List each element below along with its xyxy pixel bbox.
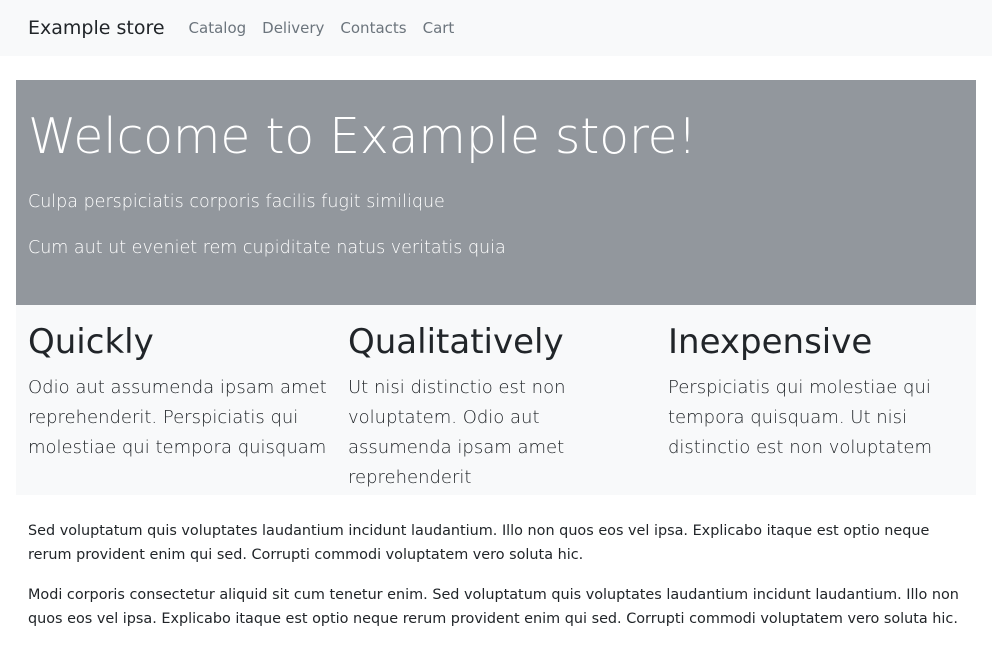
hero-title: Welcome to Example store! <box>28 108 697 165</box>
body-paragraph-1: Sed voluptatum quis voluptates laudantiu… <box>28 523 930 563</box>
nav-link-delivery[interactable]: Delivery <box>262 19 324 37</box>
nav-link-catalog[interactable]: Catalog <box>189 19 247 37</box>
feature-text: Odio aut assumenda ipsam amet reprehende… <box>28 377 327 458</box>
brand-link[interactable]: Example store <box>28 17 165 39</box>
features-section: Quickly Odio aut assumenda ipsam amet re… <box>16 305 976 495</box>
feature-text: Ut nisi distinctio est non voluptatem. O… <box>348 377 566 488</box>
nav-link-contacts[interactable]: Contacts <box>340 19 406 37</box>
feature-title: Qualitatively <box>348 322 564 362</box>
feature-title: Quickly <box>28 322 154 362</box>
feature-text: Perspiciatis qui molestiae qui tempora q… <box>668 377 932 458</box>
top-navbar: Example store Catalog Delivery Contacts … <box>0 0 992 56</box>
feature-title: Inexpensive <box>668 322 873 362</box>
nav-link-cart[interactable]: Cart <box>423 19 455 37</box>
hero-line-2: Cum aut ut eveniet rem cupiditate natus … <box>28 238 506 258</box>
hero-banner: Welcome to Example store! Culpa perspici… <box>16 80 976 305</box>
body-paragraph-2: Modi corporis consectetur aliquid sit cu… <box>28 587 959 627</box>
hero-line-1: Culpa perspiciatis corporis facilis fugi… <box>28 192 445 212</box>
